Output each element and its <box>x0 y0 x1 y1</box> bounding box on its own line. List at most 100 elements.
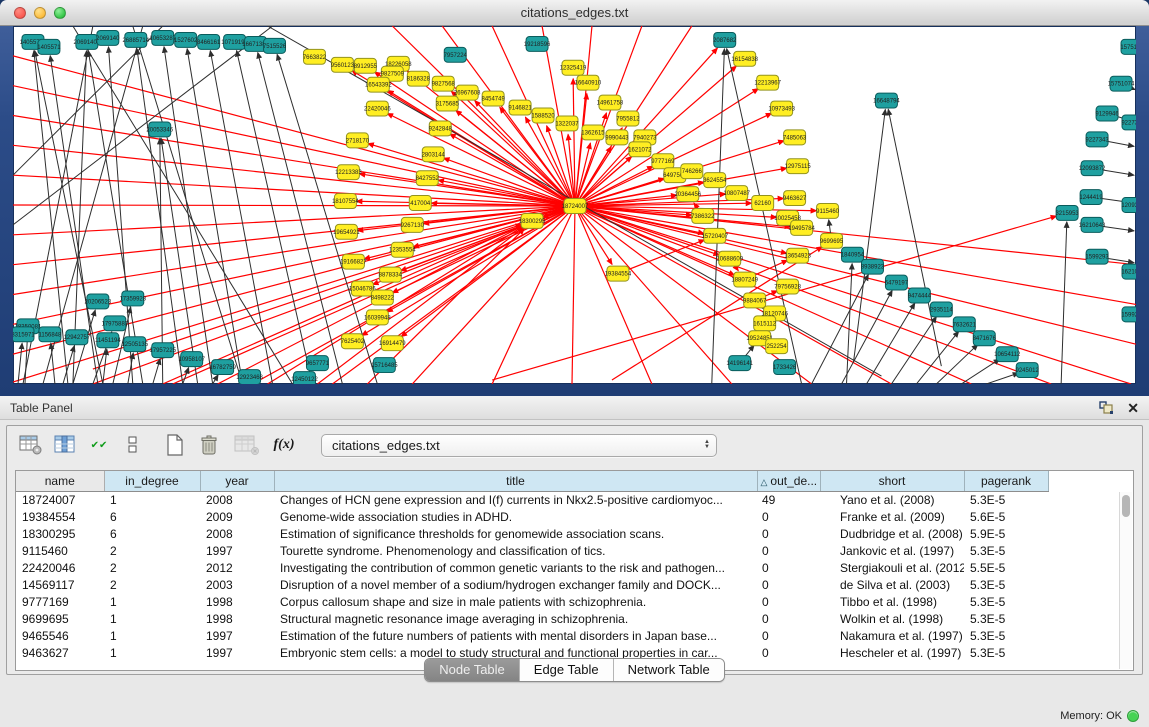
graph-node[interactable]: 2935114 <box>930 302 954 317</box>
graph-node[interactable]: 1362615 <box>581 125 605 140</box>
graph-node[interactable]: 9227344 <box>1121 115 1136 130</box>
graph-node[interactable]: 12213383 <box>335 165 362 180</box>
graph-node[interactable]: 1599294 <box>1121 307 1136 322</box>
table-row[interactable]: 946554611997Estimation of the future num… <box>16 627 1134 644</box>
graph-node[interactable]: 10688609 <box>716 251 743 266</box>
graph-node[interactable]: 1527602 <box>174 32 198 47</box>
function-builder-button[interactable]: f(x) <box>267 432 301 458</box>
graph-node[interactable]: 3215953 <box>1055 205 1079 220</box>
graph-node[interactable]: 9463627 <box>783 191 807 206</box>
graph-node[interactable]: 9699695 <box>820 233 844 248</box>
graph-node[interactable]: 62160 <box>752 196 774 211</box>
graph-node[interactable]: 16782759 <box>209 360 236 375</box>
graph-node[interactable]: 252254 <box>766 339 788 354</box>
graph-node[interactable]: 16154838 <box>731 51 758 66</box>
graph-node[interactable]: 1621064 <box>1121 264 1136 279</box>
column-header-year[interactable]: year <box>200 471 274 491</box>
graph-node[interactable]: 16210643 <box>1079 217 1106 232</box>
graph-node[interactable]: 7957224 <box>444 47 468 62</box>
graph-node[interactable]: 1599293 <box>1085 249 1109 264</box>
graph-node[interactable]: 16640910 <box>575 75 602 90</box>
graph-node[interactable]: 10958107 <box>178 352 205 367</box>
graph-node[interactable]: 12093872 <box>1079 161 1106 176</box>
graph-node[interactable]: 8471676 <box>973 331 997 346</box>
graph-node[interactable]: 79756928 <box>774 279 801 294</box>
graph-node[interactable]: 2718170 <box>346 133 370 148</box>
graph-node[interactable]: 1244419 <box>1079 190 1103 205</box>
graph-node[interactable]: 10653287 <box>149 30 176 45</box>
graph-node[interactable]: 1733426 <box>773 360 797 375</box>
graph-node[interactable]: 9777169 <box>651 154 675 169</box>
graph-node[interactable]: 3315971 <box>13 327 35 342</box>
graph-node[interactable]: 1322037 <box>555 116 579 131</box>
graph-node[interactable]: 14196141 <box>726 356 753 371</box>
graph-node[interactable]: 9115460 <box>816 204 840 219</box>
graph-node[interactable]: 12213967 <box>754 75 781 90</box>
graph-node[interactable]: 19218596 <box>524 36 551 51</box>
graph-node[interactable]: 19384554 <box>605 266 632 281</box>
graph-node[interactable]: 10973493 <box>768 101 795 116</box>
graph-node[interactable]: 8878334 <box>379 267 403 282</box>
graph-node[interactable]: 9884067 <box>743 293 767 308</box>
select-columns-button[interactable]: ✔ ✔ <box>85 432 113 458</box>
graph-node[interactable]: 20206523 <box>85 294 112 309</box>
graph-node[interactable]: 9990443 <box>605 130 629 145</box>
graph-node[interactable]: 9267130 <box>401 217 425 232</box>
scrollbar-thumb[interactable] <box>1122 495 1130 517</box>
table-settings-button[interactable] <box>17 432 45 458</box>
graph-node[interactable]: 746266 <box>681 164 703 179</box>
graph-node[interactable]: 16543392 <box>365 77 392 92</box>
table-row[interactable]: 1456911722003Disruption of a novel membe… <box>16 576 1134 593</box>
graph-node[interactable]: 19495784 <box>788 220 815 235</box>
graph-node[interactable]: 15751074 <box>1108 76 1135 91</box>
column-header-name[interactable]: name <box>16 471 104 491</box>
graph-node[interactable]: 8498222 <box>371 290 395 305</box>
delete-table-button[interactable] <box>195 432 223 458</box>
table-row[interactable]: 969969511998Structural magnetic resonanc… <box>16 610 1134 627</box>
graph-node[interactable]: 6479197 <box>885 275 909 290</box>
table-vertical-scrollbar[interactable] <box>1119 492 1132 669</box>
graph-node[interactable]: 7955812 <box>616 111 640 126</box>
graph-node[interactable]: 12923468 <box>236 370 263 384</box>
graph-node[interactable]: 9474444 <box>908 288 932 303</box>
graph-node[interactable]: 19166827 <box>340 254 367 269</box>
tab-node-table[interactable]: Node Table <box>425 659 520 681</box>
graph-node[interactable]: 7386322 <box>691 208 715 223</box>
graph-node[interactable]: 1588520 <box>531 108 555 123</box>
graph-node[interactable]: 20053346 <box>146 122 173 137</box>
tab-edge-table[interactable]: Edge Table <box>520 659 614 681</box>
graph-node[interactable]: 15716485 <box>371 358 398 373</box>
graph-node[interactable]: 8938923 <box>861 259 885 274</box>
row-height-button[interactable] <box>119 432 147 458</box>
graph-node[interactable]: 1621072 <box>628 142 652 157</box>
graph-node[interactable]: 18807249 <box>731 272 758 287</box>
graph-node[interactable]: 417004 <box>409 196 431 211</box>
graph-node[interactable]: 12450122 <box>291 372 318 384</box>
network-canvas[interactable]: 1405571414055712069140620691402688571410… <box>13 26 1136 384</box>
graph-node[interactable]: 9227343 <box>1085 132 1109 147</box>
tab-network-table[interactable]: Network Table <box>614 659 724 681</box>
graph-node[interactable]: 10807487 <box>723 186 750 201</box>
graph-node[interactable]: 1575107 <box>1120 39 1136 54</box>
graph-node[interactable]: 9242848 <box>429 121 453 136</box>
graph-node[interactable]: 10654112 <box>994 347 1021 362</box>
graph-node[interactable]: 1615112 <box>753 316 777 331</box>
close-panel-button[interactable]: ✕ <box>1127 401 1139 415</box>
graph-node[interactable]: 18107554 <box>332 194 359 209</box>
graph-node[interactable]: 8186328 <box>407 71 431 86</box>
table-row[interactable]: 2242004622012Investigating the contribut… <box>16 559 1134 576</box>
graph-node[interactable]: 15720407 <box>701 228 728 243</box>
graph-node[interactable]: 9129946 <box>1095 106 1119 121</box>
graph-node[interactable]: 9146821 <box>508 100 532 115</box>
graph-node[interactable]: 26885714 <box>122 32 149 47</box>
graph-node[interactable]: 7625402 <box>341 334 365 349</box>
network-window-titlebar[interactable]: citations_edges.txt <box>0 0 1149 26</box>
graph-node[interactable]: 16039948 <box>364 310 391 325</box>
graph-node[interactable]: 1405571 <box>37 39 61 54</box>
graph-node[interactable]: 19654921 <box>333 224 360 239</box>
column-header-title[interactable]: title <box>274 471 757 491</box>
graph-node[interactable]: 8427552 <box>416 171 440 186</box>
graph-node[interactable]: 9245012 <box>1016 363 1040 378</box>
graph-node[interactable]: 8466161 <box>197 34 221 49</box>
graph-node[interactable]: 14961758 <box>597 95 624 110</box>
